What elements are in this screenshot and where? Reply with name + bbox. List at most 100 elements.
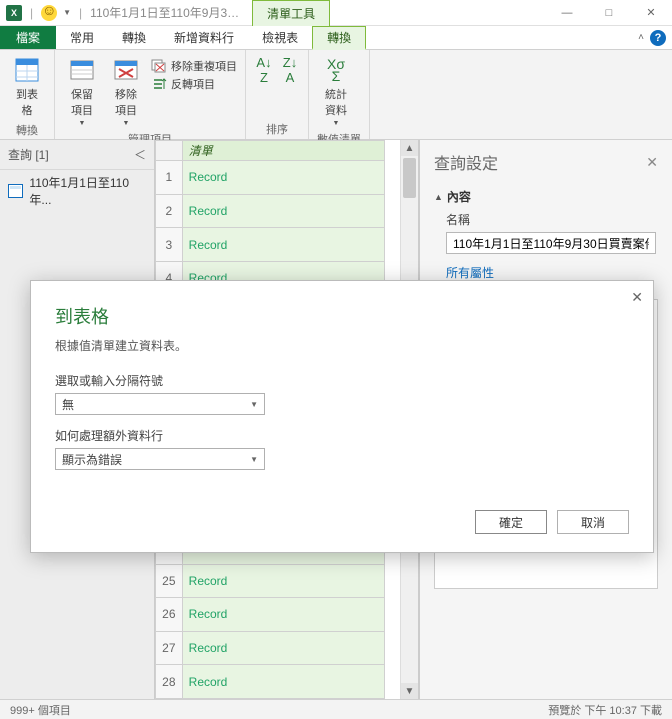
table-row[interactable]: 27Record	[156, 631, 385, 665]
reverse-items-button[interactable]: 反轉項目	[151, 76, 237, 92]
extra-columns-value: 顯示為錯誤	[62, 451, 122, 468]
reverse-icon	[151, 77, 167, 91]
table-row[interactable]: 2Record	[156, 194, 385, 228]
statistics-label: 統計 資料	[325, 86, 347, 118]
keep-items-label: 保留 項目	[71, 86, 93, 118]
excel-icon: X	[6, 5, 22, 21]
status-item-count: 999+ 個項目	[10, 702, 71, 718]
all-properties-link[interactable]: 所有屬性	[434, 264, 494, 281]
scroll-thumb[interactable]	[403, 158, 416, 198]
tab-transform-list[interactable]: 轉換	[312, 26, 366, 50]
delimiter-combo[interactable]: 無 ▼	[55, 393, 265, 415]
status-bar: 999+ 個項目 預覽於 下午 10:37 下載	[0, 699, 672, 719]
scroll-up-icon[interactable]: ▲	[401, 140, 418, 156]
scroll-down-icon[interactable]: ▼	[401, 683, 418, 699]
help-icon[interactable]: ?	[650, 30, 666, 46]
settings-title: 查詢設定	[434, 150, 498, 174]
record-cell[interactable]: Record	[182, 194, 384, 228]
dropdown-icon: ▼	[333, 120, 340, 127]
ribbon-group-numeric: XσΣ 統計 資料 ▼ 數值清單	[309, 50, 370, 139]
delimiter-value: 無	[62, 396, 74, 413]
sort-asc-button[interactable]: A↓Z	[254, 54, 274, 86]
close-settings-icon[interactable]: ✕	[646, 154, 658, 171]
remove-duplicates-icon	[151, 59, 167, 73]
minimize-button[interactable]: —	[546, 0, 588, 26]
group-label-sort: 排序	[254, 119, 300, 137]
document-title: 110年1月1日至110年9月30日買賣案件 ...	[90, 4, 240, 21]
chevron-down-icon: ▼	[250, 400, 258, 409]
remove-items-icon	[112, 56, 140, 84]
ribbon-group-convert: 到表 格 轉換	[0, 50, 55, 139]
dropdown-icon: ▼	[79, 120, 86, 127]
ribbon-group-manage: 保留 項目 ▼ 移除 項目 ▼ 移除重複項目 反轉項目	[55, 50, 246, 139]
record-cell[interactable]: Record	[182, 161, 384, 195]
record-cell[interactable]: Record	[182, 564, 384, 598]
record-cell[interactable]: Record	[182, 598, 384, 632]
to-table-icon	[13, 56, 41, 84]
query-icon	[8, 184, 23, 198]
tab-add-column[interactable]: 新增資料行	[160, 26, 248, 49]
sort-desc-button[interactable]: Z↓A	[280, 54, 300, 86]
table-row[interactable]: 25Record	[156, 564, 385, 598]
table-row[interactable]: 3Record	[156, 228, 385, 262]
tab-transform[interactable]: 轉換	[108, 26, 160, 49]
column-header-list[interactable]: 清單	[182, 141, 384, 161]
cancel-button[interactable]: 取消	[557, 510, 629, 534]
dropdown-icon: ▼	[123, 120, 130, 127]
corner-cell[interactable]	[156, 141, 183, 161]
ribbon: 到表 格 轉換 保留 項目 ▼ 移除 項目 ▼	[0, 50, 672, 140]
status-preview-time: 預覽於 下午 10:37 下載	[548, 702, 662, 718]
remove-items-button[interactable]: 移除 項目 ▼	[107, 54, 145, 129]
keep-items-icon	[68, 56, 96, 84]
file-tab[interactable]: 檔案	[0, 26, 56, 49]
section-content-label: 內容	[447, 188, 471, 205]
row-number: 2	[156, 194, 183, 228]
collapse-queries-icon[interactable]: ＜	[134, 146, 146, 163]
tab-view[interactable]: 檢視表	[248, 26, 312, 49]
ribbon-tabs: 檔案 常用 轉換 新增資料行 檢視表 轉換 ˄ ?	[0, 26, 672, 50]
qat-dropdown-icon[interactable]: ▼	[63, 8, 71, 17]
query-name-input[interactable]	[446, 232, 656, 254]
statistics-icon: XσΣ	[322, 56, 350, 84]
queries-header: 查詢 [1]	[8, 146, 49, 163]
close-button[interactable]: ✕	[630, 0, 672, 26]
triangle-icon: ▲	[434, 192, 443, 202]
remove-items-label: 移除 項目	[115, 86, 137, 118]
statistics-button[interactable]: XσΣ 統計 資料 ▼	[317, 54, 355, 129]
row-number: 26	[156, 598, 183, 632]
query-item[interactable]: 110年1月1日至110年...	[0, 170, 154, 212]
table-row[interactable]: 28Record	[156, 665, 385, 699]
extra-columns-label: 如何處理額外資料行	[55, 427, 629, 444]
section-content-header[interactable]: ▲ 內容	[434, 188, 658, 205]
row-number: 1	[156, 161, 183, 195]
to-table-label: 到表 格	[16, 86, 38, 118]
tab-home[interactable]: 常用	[56, 26, 108, 49]
name-label: 名稱	[434, 211, 658, 228]
table-row[interactable]: 26Record	[156, 598, 385, 632]
maximize-button[interactable]: □	[588, 0, 630, 26]
row-number: 28	[156, 665, 183, 699]
to-table-button[interactable]: 到表 格	[8, 54, 46, 120]
dialog-close-icon[interactable]: ✕	[631, 289, 643, 306]
query-item-label: 110年1月1日至110年...	[29, 174, 146, 208]
row-number: 27	[156, 631, 183, 665]
separator: |	[79, 6, 82, 20]
dialog-description: 根據值清單建立資料表。	[55, 337, 629, 354]
keep-items-button[interactable]: 保留 項目 ▼	[63, 54, 101, 129]
record-cell[interactable]: Record	[182, 228, 384, 262]
chevron-down-icon: ▼	[250, 455, 258, 464]
contextual-tab-list-tools[interactable]: 清單工具	[252, 0, 330, 26]
reverse-items-label: 反轉項目	[171, 76, 215, 92]
ok-button[interactable]: 確定	[475, 510, 547, 534]
smiley-icon[interactable]	[41, 5, 57, 21]
sort-asc-icon: A↓Z	[250, 56, 278, 84]
sort-desc-icon: Z↓A	[276, 56, 304, 84]
collapse-ribbon-icon[interactable]: ˄	[638, 32, 644, 43]
record-cell[interactable]: Record	[182, 631, 384, 665]
row-number: 25	[156, 564, 183, 598]
remove-duplicates-button[interactable]: 移除重複項目	[151, 58, 237, 74]
remove-duplicates-label: 移除重複項目	[171, 58, 237, 74]
extra-columns-combo[interactable]: 顯示為錯誤 ▼	[55, 448, 265, 470]
record-cell[interactable]: Record	[182, 665, 384, 699]
table-row[interactable]: 1Record	[156, 161, 385, 195]
